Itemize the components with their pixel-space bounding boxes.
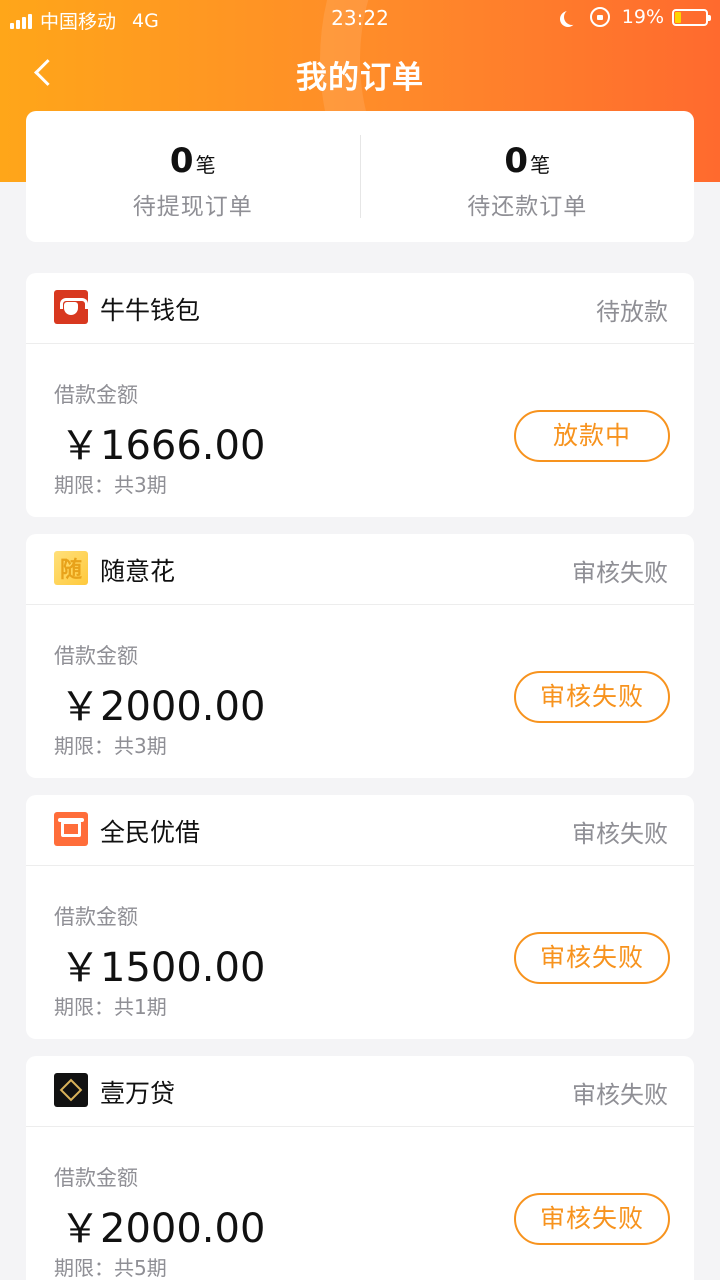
count-unit: 笔 <box>530 153 551 177</box>
order-card[interactable]: 牛牛钱包 待放款 借款金额 ￥1666.00 期限：共3期 放款中 <box>26 273 694 517</box>
amount-label: 借款金额 <box>54 383 138 407</box>
order-status: 待放款 <box>596 298 668 326</box>
amount-label: 借款金额 <box>54 644 138 668</box>
diamond-logo-icon <box>54 1073 88 1107</box>
count-unit: 笔 <box>195 153 216 177</box>
order-card[interactable]: 全民优借 审核失败 借款金额 ￥1500.00 期限：共1期 审核失败 <box>26 795 694 1039</box>
pending-repay-label: 待还款订单 <box>467 194 588 220</box>
pending-withdraw-label: 待提现订单 <box>132 194 253 220</box>
order-card[interactable]: 壹万贷 审核失败 借款金额 ￥2000.00 期限：共5期 审核失败 <box>26 1056 694 1280</box>
order-summary: 0笔 待提现订单 0笔 待还款订单 <box>26 111 694 242</box>
loan-amount: ￥2000.00 <box>60 684 266 730</box>
order-card-header: 壹万贷 审核失败 <box>26 1056 694 1127</box>
loan-amount: ￥2000.00 <box>60 1206 266 1252</box>
order-status: 审核失败 <box>572 559 668 587</box>
pending-repay-count: 0 <box>504 141 529 181</box>
lender-name: 全民优借 <box>100 818 201 847</box>
page-title: 我的订单 <box>296 60 424 96</box>
amount-label: 借款金额 <box>54 905 138 929</box>
battery-percent: 19% <box>621 6 664 28</box>
order-action-button[interactable]: 审核失败 <box>514 1193 670 1245</box>
order-card-header: 随 随意花 审核失败 <box>26 534 694 605</box>
order-status: 审核失败 <box>572 820 668 848</box>
pending-repay-summary[interactable]: 0笔 待还款订单 <box>361 111 695 242</box>
pending-withdraw-count: 0 <box>169 141 194 181</box>
order-action-button[interactable]: 审核失败 <box>514 671 670 723</box>
order-status: 审核失败 <box>572 1081 668 1109</box>
moon-icon <box>564 9 580 25</box>
loan-term: 期限：共5期 <box>54 1256 167 1280</box>
loan-term: 期限：共3期 <box>54 734 167 758</box>
rotation-lock-icon <box>589 7 610 27</box>
lender-name: 牛牛钱包 <box>100 296 201 325</box>
bull-logo-icon <box>54 290 88 324</box>
amount-label: 借款金额 <box>54 1166 138 1190</box>
order-card[interactable]: 随 随意花 审核失败 借款金额 ￥2000.00 期限：共3期 审核失败 <box>26 534 694 778</box>
order-action-button[interactable]: 放款中 <box>514 410 670 462</box>
sui-logo-icon: 随 <box>54 551 88 585</box>
lender-name: 随意花 <box>100 557 176 586</box>
lender-name: 壹万贷 <box>100 1079 176 1108</box>
box-logo-icon <box>54 812 88 846</box>
loan-amount: ￥1666.00 <box>60 423 266 469</box>
loan-term: 期限：共1期 <box>54 995 167 1019</box>
order-card-header: 全民优借 审核失败 <box>26 795 694 866</box>
order-card-header: 牛牛钱包 待放款 <box>26 273 694 344</box>
nav-bar: 我的订单 <box>0 38 720 106</box>
order-action-button[interactable]: 审核失败 <box>514 932 670 984</box>
status-bar: 中国移动 4G 23:22 19% <box>0 0 720 36</box>
pending-withdraw-summary[interactable]: 0笔 待提现订单 <box>26 111 360 242</box>
battery-icon <box>672 8 711 26</box>
loan-term: 期限：共3期 <box>54 473 167 497</box>
loan-amount: ￥1500.00 <box>60 945 266 991</box>
